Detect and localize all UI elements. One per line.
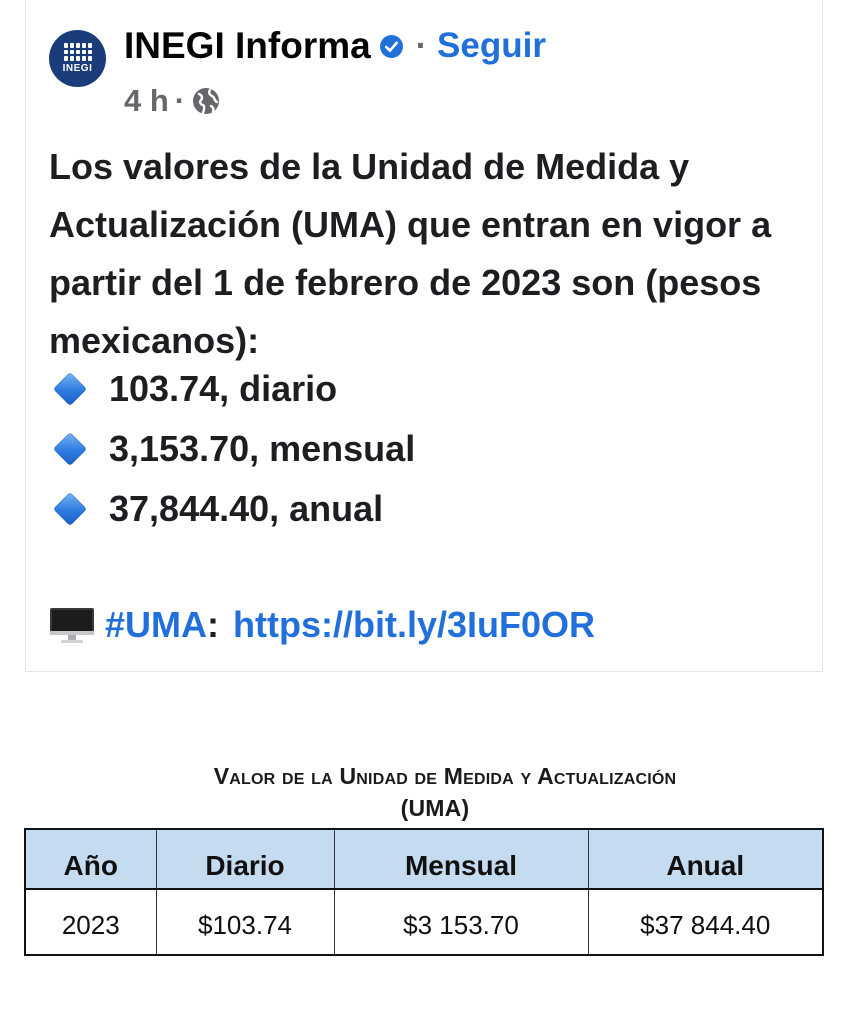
cell-daily: $103.74 (155, 888, 335, 956)
header-separator: · (415, 26, 428, 65)
cell-monthly: $3 153.70 (333, 888, 589, 956)
blue-diamond-icon (53, 492, 87, 526)
header-annual: Anual (587, 828, 824, 890)
post-header: INEGI Informa · Seguir (124, 24, 546, 68)
post-timestamp[interactable]: 4 h (124, 83, 169, 119)
bullet-item-monthly: 3,153.70, mensual (53, 420, 416, 478)
globe-icon[interactable] (191, 86, 221, 116)
header-daily: Diario (155, 828, 335, 890)
table-title: Valor de la Unidad de Medida y Actualiza… (25, 760, 849, 824)
cell-year: 2023 (24, 888, 157, 956)
cell-annual: $37 844.40 (587, 888, 824, 956)
avatar-logo-text: INEGI (62, 63, 93, 74)
blue-diamond-icon (53, 432, 87, 466)
page-name-link[interactable]: INEGI Informa (124, 25, 371, 67)
table-header-row: Año Diario Mensual Anual (24, 828, 824, 890)
bullet-text-annual: 37,844.40, anual (109, 488, 384, 529)
post-meta: 4 h · (124, 81, 221, 121)
hashtag-link[interactable]: #UMA (105, 604, 207, 646)
page-avatar[interactable]: INEGI (49, 30, 106, 87)
meta-separator: · (174, 83, 186, 118)
inegi-logo-icon (63, 43, 92, 61)
bullet-text-daily: 103.74, diario (109, 368, 338, 409)
short-url-link[interactable]: https://bit.ly/3IuF0OR (233, 604, 595, 646)
bullet-item-daily: 103.74, diario (53, 360, 338, 418)
table-title-line1: Valor de la Unidad de Medida y Actualiza… (213, 763, 677, 789)
link-colon: : (207, 604, 220, 645)
header-monthly: Mensual (333, 828, 589, 890)
bullet-text-monthly: 3,153.70, mensual (109, 428, 416, 469)
computer-icon (49, 606, 95, 644)
header-year: Año (24, 828, 157, 890)
table-row: 2023 $103.74 $3 153.70 $37 844.40 (24, 888, 824, 956)
post-body-text: Los valores de la Unidad de Medida y Act… (49, 146, 772, 361)
blue-diamond-icon (53, 372, 87, 406)
verified-badge-icon (379, 34, 404, 59)
post-link-line: #UMA : https://bit.ly/3IuF0OR (49, 596, 595, 654)
bullet-item-annual: 37,844.40, anual (53, 480, 384, 538)
uma-values-table: Año Diario Mensual Anual 2023 $103.74 $3… (24, 828, 824, 956)
table-title-line2: (UMA) (400, 795, 470, 821)
follow-button[interactable]: Seguir (437, 26, 546, 66)
